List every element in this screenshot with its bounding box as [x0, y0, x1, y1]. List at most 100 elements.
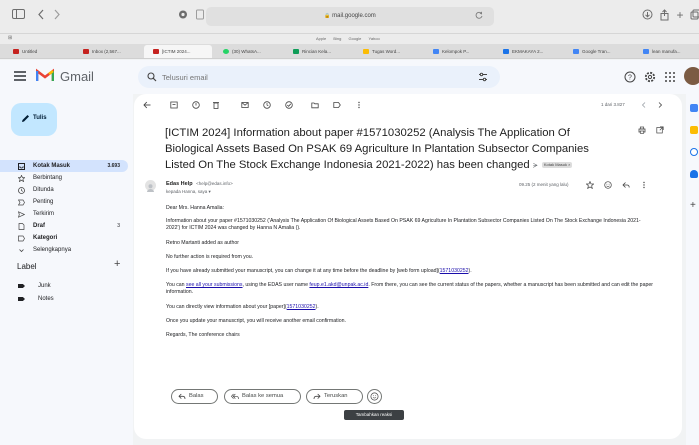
emoji-reaction-icon[interactable]: [604, 181, 612, 189]
reply-icon[interactable]: [622, 181, 630, 189]
site-favicon-icon: [503, 49, 509, 54]
get-addons-icon[interactable]: +: [690, 201, 698, 211]
sender-avatar[interactable]: [145, 180, 156, 192]
newer-chevron-icon[interactable]: [640, 101, 648, 109]
recipients-toggle[interactable]: kepada Hanna, saya ▾: [166, 189, 211, 195]
share-icon[interactable]: [657, 9, 671, 21]
forward-button[interactable]: Teruskan: [306, 389, 363, 404]
search-input[interactable]: [162, 70, 442, 84]
snooze-clock-icon[interactable]: [263, 101, 271, 109]
apps-grid-icon[interactable]: [664, 71, 676, 83]
print-icon[interactable]: [638, 126, 646, 134]
tab-lean-manufacturing[interactable]: lean manufa...: [634, 45, 699, 58]
back-arrow-icon[interactable]: [143, 101, 151, 109]
body-signoff: Regards, The conference chairs: [166, 332, 240, 338]
back-icon[interactable]: [34, 9, 48, 21]
tab-ictim[interactable]: [ICTIM 2024...: [144, 45, 212, 58]
forward-icon[interactable]: [50, 9, 64, 21]
tab-kelompok[interactable]: Kelompok P...: [424, 45, 492, 58]
tab-untitled[interactable]: Untitled: [4, 45, 72, 58]
search-bar[interactable]: [138, 66, 500, 88]
sidebar-item-inbox[interactable]: Kotak Masuk 3.693: [0, 160, 128, 172]
grid-icon[interactable]: ⊞: [8, 35, 12, 41]
account-avatar[interactable]: [684, 67, 699, 85]
label-category-icon: [18, 235, 25, 242]
tab-bar: Untitled Inbox (2,567... [ICTIM 2024... …: [0, 44, 699, 59]
important-marker-icon[interactable]: ᗒ: [533, 163, 540, 170]
subject-text: [ICTIM 2024] Information about paper #15…: [165, 127, 589, 171]
sidebar-toggle-icon[interactable]: [12, 9, 26, 21]
emoji-icon: [370, 392, 379, 401]
tab-tugas-word[interactable]: Tugas Word...: [354, 45, 422, 58]
main-menu-icon[interactable]: [14, 71, 26, 81]
move-to-icon[interactable]: [311, 101, 319, 109]
sidebar-item-snoozed[interactable]: Ditunda: [0, 184, 128, 196]
tab-overview-icon[interactable]: [688, 9, 699, 21]
favorite-apple[interactable]: Apple: [316, 36, 326, 41]
open-new-window-icon[interactable]: [656, 126, 664, 134]
page-icon[interactable]: [193, 9, 207, 21]
favorite-yahoo[interactable]: Yahoo: [368, 36, 379, 41]
label-item-junk[interactable]: Junk: [0, 280, 128, 292]
username-email-link[interactable]: feup.e1.akd@unpak.ac.id: [309, 282, 368, 288]
delete-icon[interactable]: [212, 101, 220, 109]
help-icon[interactable]: ?: [624, 71, 636, 83]
gmail-favicon-icon: [13, 49, 19, 54]
compose-button[interactable]: Tulis: [11, 103, 57, 136]
paper-upload-link[interactable]: 1571030252: [440, 268, 469, 274]
drive-favicon-icon: [363, 49, 369, 54]
chevron-down-icon: [19, 249, 24, 253]
sidebar-item-sent[interactable]: Terkirim: [0, 208, 128, 220]
paper-info-link[interactable]: 1571030252: [287, 304, 316, 310]
sender-name[interactable]: Edas Help: [166, 181, 193, 187]
tab-google-translate[interactable]: Google Tran...: [564, 45, 632, 58]
more-vertical-icon[interactable]: [355, 101, 363, 109]
tab-rincian[interactable]: Rincian Kela...: [284, 45, 352, 58]
calendar-icon[interactable]: [690, 104, 698, 112]
sidebar-item-drafts[interactable]: Draf 3: [0, 220, 128, 232]
sender-line: Edas Help <help@edas.info>: [166, 181, 233, 187]
privacy-shield-icon[interactable]: [176, 9, 190, 21]
reply-all-button[interactable]: Balas ke semua: [224, 389, 301, 404]
google-favicon-icon: [643, 49, 649, 54]
settings-gear-icon[interactable]: [644, 71, 656, 83]
favorite-google[interactable]: Google: [349, 36, 362, 41]
tab-inbox[interactable]: Inbox (2,567...: [74, 45, 142, 58]
add-reaction-button[interactable]: [367, 389, 382, 404]
keep-icon[interactable]: [690, 126, 698, 134]
add-label-icon[interactable]: +: [114, 258, 120, 270]
reply-button[interactable]: Balas: [171, 389, 218, 404]
sidebar-item-categories[interactable]: Kategori: [0, 232, 128, 244]
gmail-logo-icon[interactable]: [35, 68, 55, 82]
gmail-title: Gmail: [60, 69, 94, 84]
address-bar[interactable]: 🔒 mail.google.com: [206, 7, 494, 26]
archive-icon[interactable]: [170, 101, 178, 109]
reload-icon[interactable]: [472, 11, 486, 23]
label-icon[interactable]: [333, 101, 341, 109]
tab-whatsapp[interactable]: (30) WhatsA...: [214, 45, 282, 58]
download-icon[interactable]: [640, 9, 654, 21]
add-task-icon[interactable]: [285, 101, 293, 109]
sidebar-item-more[interactable]: Selengkapnya: [0, 244, 128, 256]
more-vertical-icon[interactable]: [640, 181, 648, 189]
inbox-label-chip[interactable]: Kotak Masuk ×: [541, 162, 573, 169]
sidebar-item-starred[interactable]: Berbintang: [0, 172, 128, 184]
docs-favicon-icon: [433, 49, 439, 54]
search-options-icon[interactable]: [478, 72, 488, 82]
label-item-notes[interactable]: Notes: [0, 293, 128, 305]
star-icon[interactable]: [586, 181, 594, 189]
sidebar-item-important[interactable]: Penting: [0, 196, 128, 208]
tasks-icon[interactable]: [690, 148, 698, 156]
body-greeting: Dear Mrs. Hanna Amalia:: [166, 205, 224, 211]
search-icon[interactable]: [147, 72, 157, 82]
older-chevron-icon[interactable]: [656, 101, 664, 109]
contacts-icon[interactable]: [690, 170, 698, 178]
body-paragraph-info: Information about your paper #1571030252…: [166, 218, 641, 231]
pager-text: 1 dari 3.827: [601, 102, 625, 107]
tab-ekmakaya[interactable]: EKMAKAYA 2...: [494, 45, 562, 58]
report-spam-icon[interactable]: [192, 101, 200, 109]
submissions-link[interactable]: see all your submissions: [186, 282, 243, 288]
favorite-bing[interactable]: Bing: [333, 36, 341, 41]
mark-unread-icon[interactable]: [241, 101, 249, 109]
new-tab-icon[interactable]: +: [673, 9, 687, 21]
